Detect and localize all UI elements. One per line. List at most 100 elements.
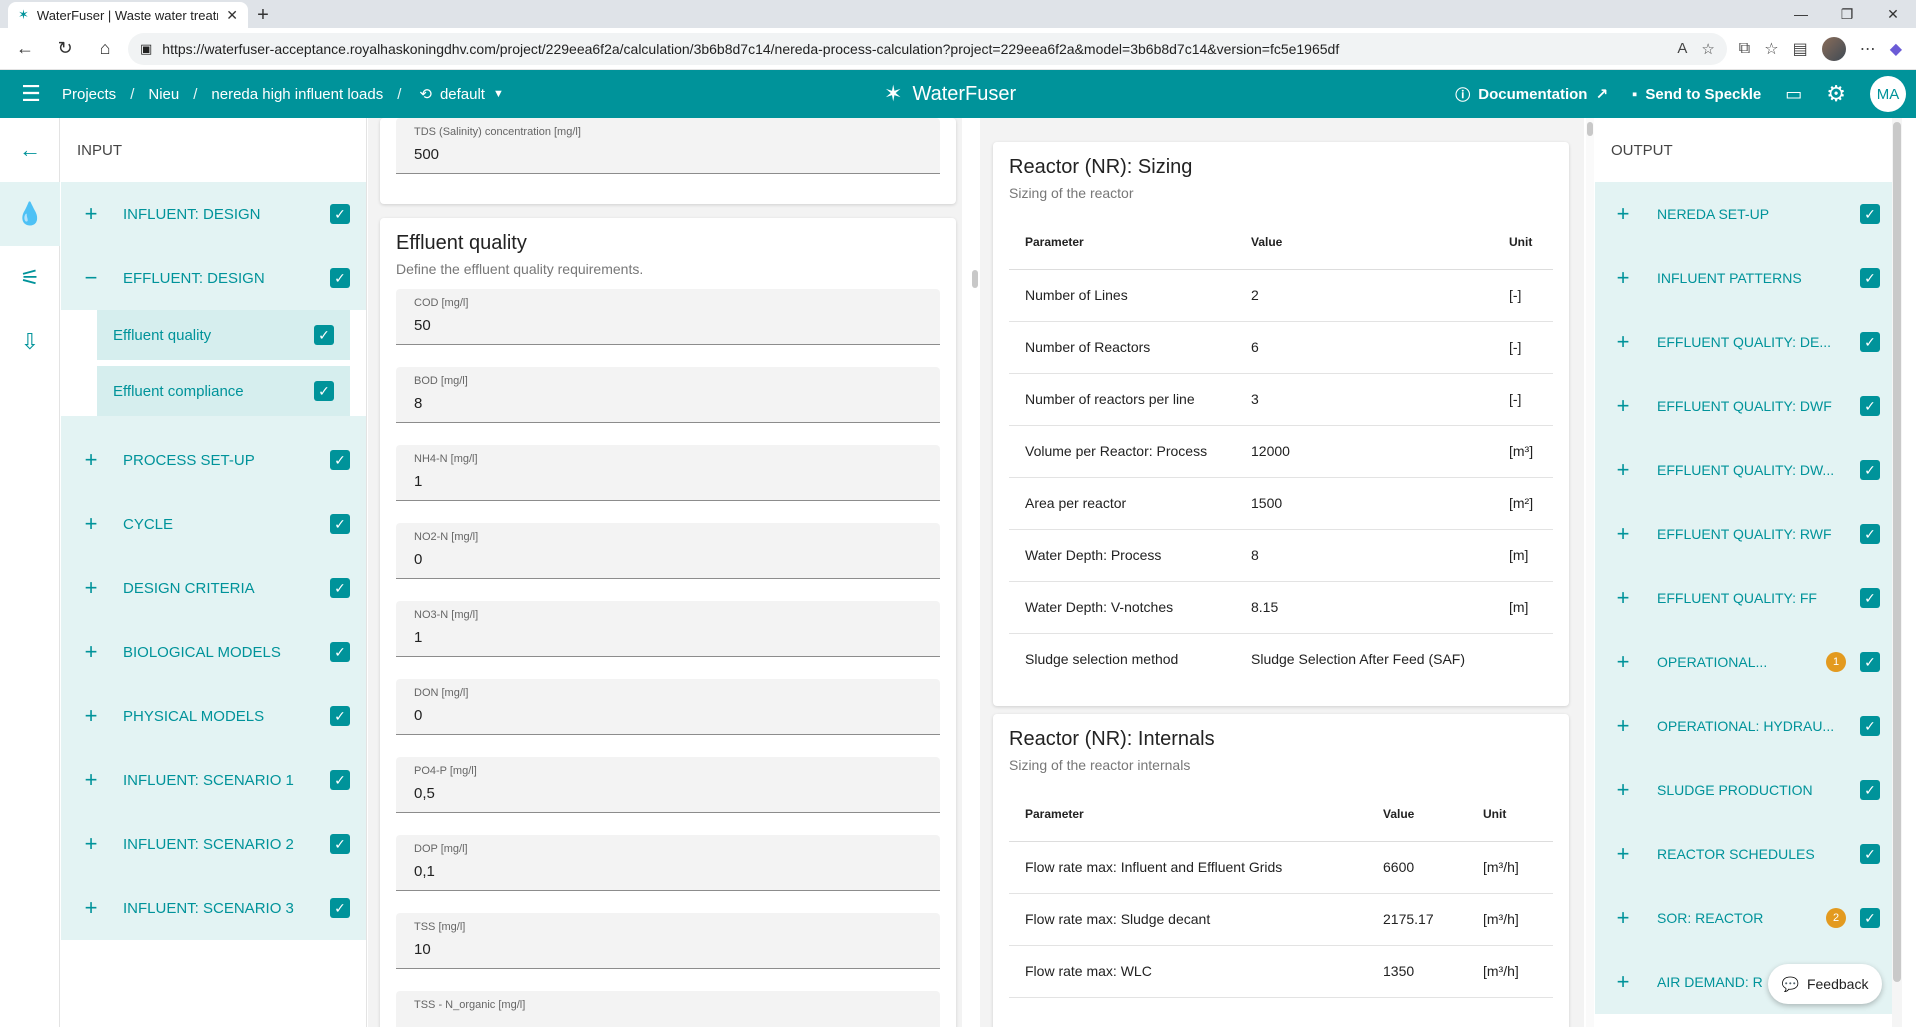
nav-effluent-design[interactable]: − EFFLUENT: DESIGN ✓ bbox=[61, 246, 366, 310]
url-field[interactable]: ▣ https://waterfuser-acceptance.royalhas… bbox=[128, 32, 1727, 65]
checkbox-checked[interactable]: ✓ bbox=[1860, 268, 1880, 288]
out-effluent-quality-ff[interactable]: + EFFLUENT QUALITY: FF ✓ bbox=[1595, 566, 1892, 630]
nav-influent-scenario-1[interactable]: + INFLUENT: SCENARIO 1 ✓ bbox=[61, 748, 366, 812]
nh4n-field[interactable]: NH4-N [mg/l] 1 bbox=[396, 445, 940, 501]
tds-field[interactable]: TDS (Salinity) concentration [mg/l] 500 bbox=[396, 118, 940, 174]
output-scrollbar-thumb[interactable] bbox=[1893, 122, 1901, 982]
checkbox-checked[interactable]: ✓ bbox=[1860, 588, 1880, 608]
results-scrollbar[interactable] bbox=[1586, 118, 1594, 1027]
version-select[interactable]: ⟲ default ▼ bbox=[419, 85, 504, 104]
nav-influent-scenario-3[interactable]: + INFLUENT: SCENARIO 3 ✓ bbox=[61, 876, 366, 940]
out-effluent-quality-dw[interactable]: + EFFLUENT QUALITY: DW... ✓ bbox=[1595, 438, 1892, 502]
expand-plus-icon[interactable]: + bbox=[1611, 201, 1635, 227]
panel-resize-handle[interactable] bbox=[972, 270, 978, 288]
checkbox-checked[interactable]: ✓ bbox=[1860, 332, 1880, 352]
breadcrumb-project[interactable]: Nieu bbox=[148, 86, 179, 103]
feedback-button[interactable]: 💬 Feedback bbox=[1768, 964, 1882, 1004]
don-field[interactable]: DON [mg/l] 0 bbox=[396, 679, 940, 735]
expand-plus-icon[interactable]: + bbox=[1611, 585, 1635, 611]
checkbox-checked[interactable]: ✓ bbox=[1860, 460, 1880, 480]
new-tab-icon[interactable]: + bbox=[248, 2, 278, 28]
cod-field[interactable]: COD [mg/l] 50 bbox=[396, 289, 940, 345]
expand-plus-icon[interactable]: + bbox=[77, 201, 105, 227]
expand-plus-icon[interactable]: + bbox=[1611, 457, 1635, 483]
checkbox-checked[interactable]: ✓ bbox=[1860, 780, 1880, 800]
documentation-link[interactable]: ⓘ Documentation ↗ bbox=[1455, 84, 1608, 105]
browser-tab[interactable]: ✶ WaterFuser | Waste water treatme ✕ bbox=[8, 2, 248, 28]
home-icon[interactable]: ⌂ bbox=[88, 32, 122, 66]
collections-icon[interactable]: ▤ bbox=[1793, 39, 1808, 59]
checkbox-checked[interactable]: ✓ bbox=[314, 381, 334, 401]
sub-item-effluent-quality[interactable]: Effluent quality ✓ bbox=[97, 310, 350, 360]
expand-plus-icon[interactable]: + bbox=[77, 895, 105, 921]
results-scrollbar-thumb[interactable] bbox=[1587, 122, 1593, 136]
water-drop-icon[interactable]: 💧 bbox=[0, 182, 60, 246]
no2n-field[interactable]: NO2-N [mg/l] 0 bbox=[396, 523, 940, 579]
browser-profile-avatar[interactable] bbox=[1821, 36, 1846, 61]
no3n-field[interactable]: NO3-N [mg/l] 1 bbox=[396, 601, 940, 657]
sliders-icon[interactable]: ⚟ bbox=[0, 246, 60, 310]
expand-plus-icon[interactable]: + bbox=[1611, 777, 1635, 803]
out-effluent-quality-dwf[interactable]: + EFFLUENT QUALITY: DWF ✓ bbox=[1595, 374, 1892, 438]
nav-process-setup[interactable]: + PROCESS SET-UP ✓ bbox=[61, 428, 366, 492]
maximize-icon[interactable]: ❐ bbox=[1824, 0, 1870, 28]
checkbox-checked[interactable]: ✓ bbox=[330, 898, 350, 918]
checkbox-checked[interactable]: ✓ bbox=[330, 450, 350, 470]
out-nereda-setup[interactable]: + NEREDA SET-UP ✓ bbox=[1595, 182, 1892, 246]
checkbox-checked[interactable]: ✓ bbox=[314, 325, 334, 345]
checkbox-checked[interactable]: ✓ bbox=[330, 706, 350, 726]
out-effluent-quality-rwf[interactable]: + EFFLUENT QUALITY: RWF ✓ bbox=[1595, 502, 1892, 566]
expand-plus-icon[interactable]: + bbox=[1611, 329, 1635, 355]
out-sludge-production[interactable]: + SLUDGE PRODUCTION ✓ bbox=[1595, 758, 1892, 822]
out-reactor-schedules[interactable]: + REACTOR SCHEDULES ✓ bbox=[1595, 822, 1892, 886]
checkbox-checked[interactable]: ✓ bbox=[1860, 524, 1880, 544]
site-info-icon[interactable]: ▣ bbox=[140, 41, 152, 57]
breadcrumb-projects[interactable]: Projects bbox=[62, 86, 116, 103]
hamburger-menu-icon[interactable]: ☰ bbox=[0, 81, 62, 107]
checkbox-checked[interactable]: ✓ bbox=[1860, 716, 1880, 736]
breadcrumb-calculation[interactable]: nereda high influent loads bbox=[211, 86, 383, 103]
checkbox-checked[interactable]: ✓ bbox=[330, 642, 350, 662]
expand-plus-icon[interactable]: + bbox=[1611, 521, 1635, 547]
back-icon[interactable]: ← bbox=[8, 32, 42, 66]
nav-design-criteria[interactable]: + DESIGN CRITERIA ✓ bbox=[61, 556, 366, 620]
sub-item-effluent-compliance[interactable]: Effluent compliance ✓ bbox=[97, 366, 350, 416]
nav-influent-design[interactable]: + INFLUENT: DESIGN ✓ bbox=[61, 182, 366, 246]
expand-plus-icon[interactable]: + bbox=[1611, 969, 1635, 995]
expand-plus-icon[interactable]: + bbox=[77, 447, 105, 473]
expand-plus-icon[interactable]: + bbox=[1611, 905, 1635, 931]
expand-plus-icon[interactable]: + bbox=[77, 703, 105, 729]
tss-field[interactable]: TSS [mg/l] 10 bbox=[396, 913, 940, 969]
send-to-speckle-button[interactable]: ▪ Send to Speckle bbox=[1632, 86, 1761, 103]
nav-cycle[interactable]: + CYCLE ✓ bbox=[61, 492, 366, 556]
nav-biological-models[interactable]: + BIOLOGICAL MODELS ✓ bbox=[61, 620, 366, 684]
tss-n-organic-field[interactable]: TSS - N_organic [mg/l] bbox=[396, 991, 940, 1027]
checkbox-checked[interactable]: ✓ bbox=[330, 514, 350, 534]
user-avatar[interactable]: MA bbox=[1870, 76, 1906, 112]
checkbox-checked[interactable]: ✓ bbox=[1860, 204, 1880, 224]
nav-influent-scenario-2[interactable]: + INFLUENT: SCENARIO 2 ✓ bbox=[61, 812, 366, 876]
out-effluent-quality-de[interactable]: + EFFLUENT QUALITY: DE... ✓ bbox=[1595, 310, 1892, 374]
expand-plus-icon[interactable]: + bbox=[77, 767, 105, 793]
more-menu-icon[interactable]: ⋯ bbox=[1860, 39, 1876, 59]
po4p-field[interactable]: PO4-P [mg/l] 0,5 bbox=[396, 757, 940, 813]
expand-plus-icon[interactable]: + bbox=[77, 639, 105, 665]
bod-field[interactable]: BOD [mg/l] 8 bbox=[396, 367, 940, 423]
extensions-icon[interactable]: ⧉ bbox=[1739, 40, 1750, 58]
expand-plus-icon[interactable]: + bbox=[1611, 393, 1635, 419]
reload-icon[interactable]: ↻ bbox=[48, 32, 82, 66]
expand-plus-icon[interactable]: + bbox=[1611, 265, 1635, 291]
checkbox-checked[interactable]: ✓ bbox=[1860, 844, 1880, 864]
checkbox-checked[interactable]: ✓ bbox=[330, 268, 350, 288]
expand-plus-icon[interactable]: + bbox=[1611, 649, 1635, 675]
checkbox-checked[interactable]: ✓ bbox=[330, 770, 350, 790]
out-operational-hydraulic[interactable]: + OPERATIONAL: HYDRAU... ✓ bbox=[1595, 694, 1892, 758]
app-brand[interactable]: ✶ WaterFuser bbox=[884, 70, 1016, 118]
dop-field[interactable]: DOP [mg/l] 0,1 bbox=[396, 835, 940, 891]
favorites-icon[interactable]: ☆ bbox=[1764, 39, 1778, 59]
close-tab-icon[interactable]: ✕ bbox=[226, 7, 238, 24]
nav-physical-models[interactable]: + PHYSICAL MODELS ✓ bbox=[61, 684, 366, 748]
minimize-icon[interactable]: — bbox=[1778, 0, 1824, 28]
window-close-icon[interactable]: ✕ bbox=[1870, 0, 1916, 28]
checkbox-checked[interactable]: ✓ bbox=[330, 204, 350, 224]
